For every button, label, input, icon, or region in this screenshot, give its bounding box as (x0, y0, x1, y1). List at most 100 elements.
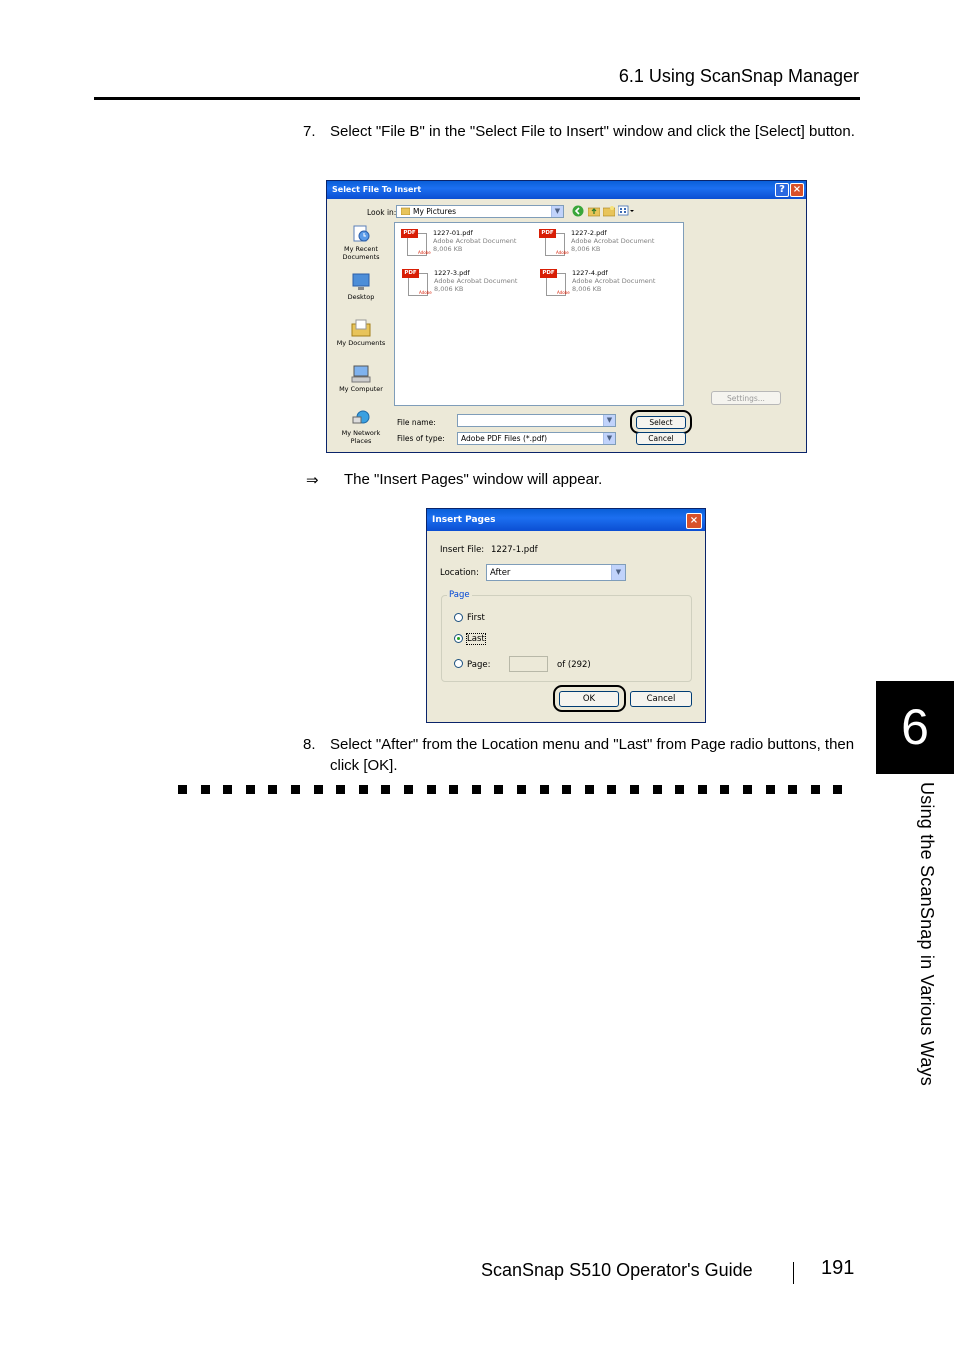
dialog-titlebar: Insert Pages × (427, 509, 705, 531)
look-in-label: Look in: (367, 208, 397, 217)
header-rule (94, 97, 860, 100)
pdf-file-icon: PDF Adobe (540, 269, 570, 297)
up-folder-icon[interactable] (587, 205, 601, 219)
step-7: 7. Select "File B" in the "Select File t… (303, 121, 863, 165)
my-computer-icon (351, 365, 371, 383)
place-desktop[interactable]: Desktop (334, 273, 388, 301)
insert-file-value: 1227-1.pdf (491, 545, 538, 555)
chapter-title: Using the ScanSnap in Various Ways (917, 782, 937, 1086)
select-file-dialog: Select File To Insert ? × Look in: My Pi… (326, 180, 807, 453)
chevron-down-icon: ▼ (603, 415, 615, 426)
separator-dot (336, 785, 346, 794)
file-item-1227-3[interactable]: PDF Adobe 1227-3.pdf Adobe Acrobat Documen… (400, 267, 530, 301)
places-bar: My Recent Documents Desktop My Documents… (334, 219, 388, 445)
place-my-network-places[interactable]: My Network Places (334, 409, 388, 445)
separator-dot (449, 785, 459, 794)
cancel-button[interactable]: Cancel (630, 691, 692, 707)
separator-dot (539, 785, 549, 794)
highlight-circle (630, 410, 692, 434)
settings-button[interactable]: Settings... (711, 391, 781, 405)
location-label: Location: (440, 568, 479, 578)
separator-dot (743, 785, 752, 794)
file-list: PDF Adobe 1227-01.pdf Adobe Acrobat Docume… (394, 222, 684, 406)
files-of-type-label: Files of type: (397, 434, 445, 443)
chevron-down-icon: ▼ (551, 206, 563, 217)
separator-dot (630, 785, 639, 794)
last-radio[interactable] (454, 634, 463, 643)
step-text: Select "File B" in the "Select File to I… (330, 123, 855, 140)
separator-dot (697, 785, 707, 794)
highlight-circle (553, 685, 626, 712)
recent-documents-icon (353, 225, 370, 242)
dotted-separator (178, 785, 850, 795)
step-8: 8. Select "After" from the Location menu… (303, 734, 863, 778)
file-name-label: File name: (397, 418, 436, 427)
separator-dot (652, 785, 662, 794)
separator-dot (517, 785, 526, 794)
separator-dot (788, 785, 798, 794)
separator-dot (810, 785, 820, 794)
page-label: Page: (467, 660, 491, 670)
separator-dot (358, 785, 368, 794)
pdf-file-icon: PDF Adobe (402, 269, 432, 297)
separator-dot (720, 785, 730, 794)
separator-dot (562, 785, 572, 794)
desktop-icon (352, 273, 370, 290)
look-in-dropdown[interactable]: My Pictures ▼ (396, 205, 564, 218)
separator-dot (607, 785, 617, 794)
place-my-recent-documents[interactable]: My Recent Documents (334, 225, 388, 261)
separator-dot (426, 785, 436, 794)
pdf-file-icon: PDF Adobe (401, 229, 431, 257)
separator-dot (313, 785, 323, 794)
page-radio[interactable] (454, 659, 463, 668)
view-menu-icon[interactable] (617, 205, 634, 219)
new-folder-icon[interactable] (602, 205, 616, 219)
cancel-button[interactable]: Cancel (636, 432, 686, 445)
page-number-input[interactable] (509, 656, 548, 672)
back-icon[interactable] (572, 205, 584, 219)
separator-dot (178, 785, 187, 794)
file-item-1227-01[interactable]: PDF Adobe 1227-01.pdf Adobe Acrobat Docume… (399, 227, 529, 261)
first-label: First (467, 613, 485, 623)
insert-pages-dialog: Insert Pages × Insert File: 1227-1.pdf L… (426, 508, 706, 723)
separator-dot (223, 785, 233, 794)
dialog-titlebar: Select File To Insert ? × (327, 181, 806, 199)
result-arrow: ⇒ (306, 472, 319, 489)
close-icon[interactable]: × (686, 513, 702, 529)
chevron-down-icon: ▼ (603, 433, 615, 444)
file-name-input[interactable]: ▼ (457, 414, 616, 427)
files-of-type-dropdown[interactable]: Adobe PDF Files (*.pdf) ▼ (457, 432, 616, 445)
file-item-1227-4[interactable]: PDF Adobe 1227-4.pdf Adobe Acrobat Documen… (538, 267, 668, 301)
insert-file-label: Insert File: (440, 545, 485, 555)
separator-dot (404, 785, 413, 794)
page-group-label: Page (447, 590, 472, 600)
dialog-title: Select File To Insert (332, 185, 422, 194)
separator-dot (833, 785, 843, 794)
location-dropdown[interactable]: After ▼ (486, 564, 626, 581)
separator-dot (471, 785, 481, 794)
my-documents-icon (351, 319, 371, 337)
separator-dot (584, 785, 594, 794)
separator-dot (494, 785, 504, 794)
chevron-down-icon: ▼ (611, 565, 625, 580)
step-number: 8. (303, 736, 316, 753)
result-note: The "Insert Pages" window will appear. (344, 471, 603, 488)
separator-dot (245, 785, 255, 794)
step-number: 7. (303, 123, 316, 140)
place-my-documents[interactable]: My Documents (334, 319, 388, 347)
separator-dot (200, 785, 210, 794)
place-my-computer[interactable]: My Computer (334, 365, 388, 393)
close-icon[interactable]: × (790, 183, 804, 197)
help-icon[interactable]: ? (775, 183, 789, 197)
page-number: 191 (821, 1257, 855, 1279)
dialog-title: Insert Pages (432, 515, 496, 525)
file-item-1227-2[interactable]: PDF Adobe 1227-2.pdf Adobe Acrobat Documen… (537, 227, 667, 261)
section-header: 6.1 Using ScanSnap Manager (618, 66, 859, 86)
separator-dot (268, 785, 278, 794)
separator-dot (291, 785, 300, 794)
last-label: Last (466, 633, 486, 645)
step-text: Select "After" from the Location menu an… (330, 736, 855, 774)
first-radio[interactable] (454, 613, 463, 622)
page-count: of (292) (557, 660, 591, 670)
folder-icon (400, 207, 411, 217)
